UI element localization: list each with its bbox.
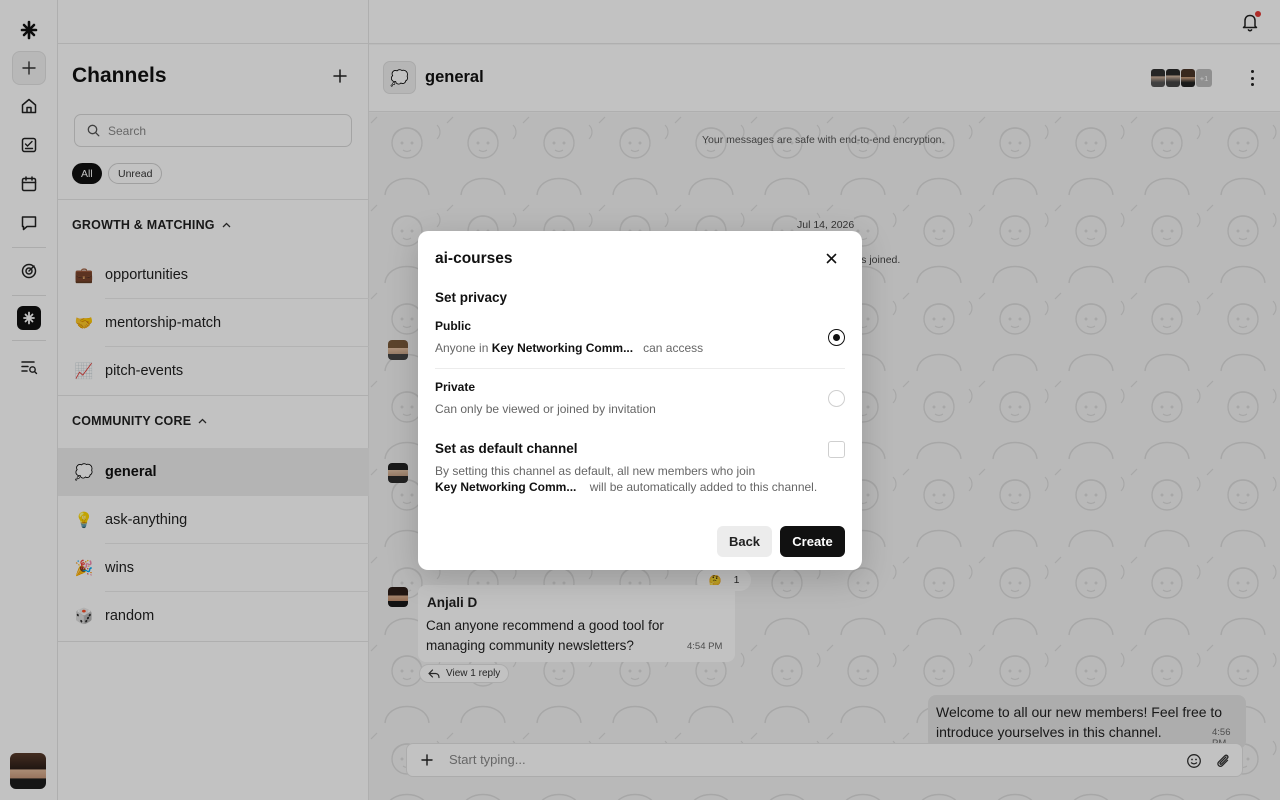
close-icon[interactable] bbox=[823, 250, 839, 266]
private-radio[interactable] bbox=[828, 390, 845, 407]
private-option-title: Private bbox=[435, 380, 476, 394]
default-channel-heading: Set as default channel bbox=[435, 441, 578, 456]
back-button[interactable]: Back bbox=[717, 526, 772, 557]
default-channel-desc: By setting this channel as default, all … bbox=[435, 464, 756, 478]
community-name: Key Networking Comm... bbox=[435, 480, 577, 494]
private-option-desc: Can only be viewed or joined by invitati… bbox=[435, 402, 656, 416]
default-channel-desc-2: Key Networking Comm... will be automatic… bbox=[435, 480, 818, 494]
option-divider bbox=[435, 368, 845, 369]
community-name: Key Networking Comm... bbox=[491, 341, 634, 355]
default-channel-checkbox[interactable] bbox=[828, 441, 845, 458]
public-radio[interactable] bbox=[828, 329, 845, 346]
public-option-title: Public bbox=[435, 319, 472, 333]
dialog-title: ai-courses bbox=[435, 250, 513, 267]
channel-privacy-dialog: ai-courses Set privacy Public Anyone in … bbox=[418, 231, 862, 570]
public-option-desc: Anyone in Key Networking Comm... can acc… bbox=[435, 341, 704, 355]
create-button[interactable]: Create bbox=[780, 526, 845, 557]
privacy-heading: Set privacy bbox=[435, 290, 508, 305]
app-root: Channels All Unread GROWTH & MATCHING 💼 … bbox=[0, 0, 1280, 800]
